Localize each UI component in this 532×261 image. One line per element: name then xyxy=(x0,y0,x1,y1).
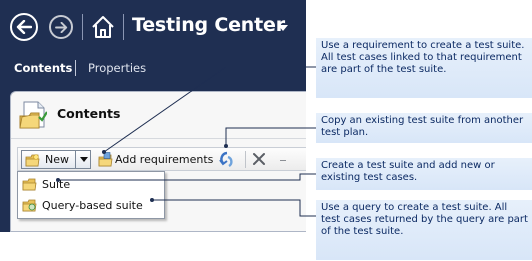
menu-item-label: Suite xyxy=(42,178,71,191)
testing-center-window: Testing Center Contents Properties Conte… xyxy=(0,0,306,232)
home-button[interactable] xyxy=(90,14,116,40)
new-dropdown-menu: Suite Query-based suite xyxy=(17,171,165,219)
app-title: Testing Center xyxy=(132,14,285,36)
toolbar-separator xyxy=(245,151,246,168)
forward-icon xyxy=(54,21,67,33)
title-separator xyxy=(82,14,83,40)
view-tabs: Contents Properties xyxy=(0,58,306,80)
home-icon xyxy=(92,16,114,38)
contents-panel: Contents New Add requirements Suite Quer… xyxy=(10,91,306,232)
menu-item-suite[interactable]: Suite xyxy=(20,175,162,194)
menu-item-label: Query-based suite xyxy=(42,199,143,212)
new-split-button[interactable]: New xyxy=(21,150,91,169)
menu-item-query-based-suite[interactable]: Query-based suite xyxy=(20,196,162,215)
contents-toolbar: New Add requirements xyxy=(17,147,306,171)
more-icon[interactable] xyxy=(280,160,286,161)
callout-query-based-suite: Use a query to create a test suite. All … xyxy=(316,200,532,260)
back-button[interactable] xyxy=(10,13,38,41)
new-suite-icon xyxy=(25,154,40,167)
callout-copy-suite: Copy an existing test suite from another… xyxy=(316,113,532,143)
callout-add-requirements: Use a requirement to create a test suite… xyxy=(316,38,532,98)
back-icon xyxy=(16,20,32,34)
add-requirements-button[interactable]: Add requirements xyxy=(98,150,214,169)
new-button-label: New xyxy=(45,153,69,166)
split-divider xyxy=(75,151,76,168)
title-bar: Testing Center xyxy=(0,0,306,54)
tab-divider xyxy=(75,60,76,76)
delete-button[interactable] xyxy=(251,151,267,167)
panel-divider xyxy=(11,138,306,139)
title-separator xyxy=(123,14,124,40)
suite-icon xyxy=(22,178,37,191)
requirement-icon xyxy=(98,152,113,167)
dropdown-caret-icon[interactable] xyxy=(278,25,288,31)
query-suite-icon xyxy=(22,199,37,212)
chevron-down-icon[interactable] xyxy=(80,157,88,162)
callout-suite: Create a test suite and add new or exist… xyxy=(316,158,532,190)
tab-properties[interactable]: Properties xyxy=(88,61,146,75)
test-suite-icon xyxy=(19,101,47,129)
copy-suite-button[interactable] xyxy=(218,151,236,168)
add-requirements-label: Add requirements xyxy=(115,153,214,166)
panel-title: Contents xyxy=(57,106,121,121)
forward-button[interactable] xyxy=(49,15,73,39)
tab-contents[interactable]: Contents xyxy=(14,61,72,75)
delete-icon xyxy=(253,153,265,165)
copy-suite-icon xyxy=(219,151,233,168)
